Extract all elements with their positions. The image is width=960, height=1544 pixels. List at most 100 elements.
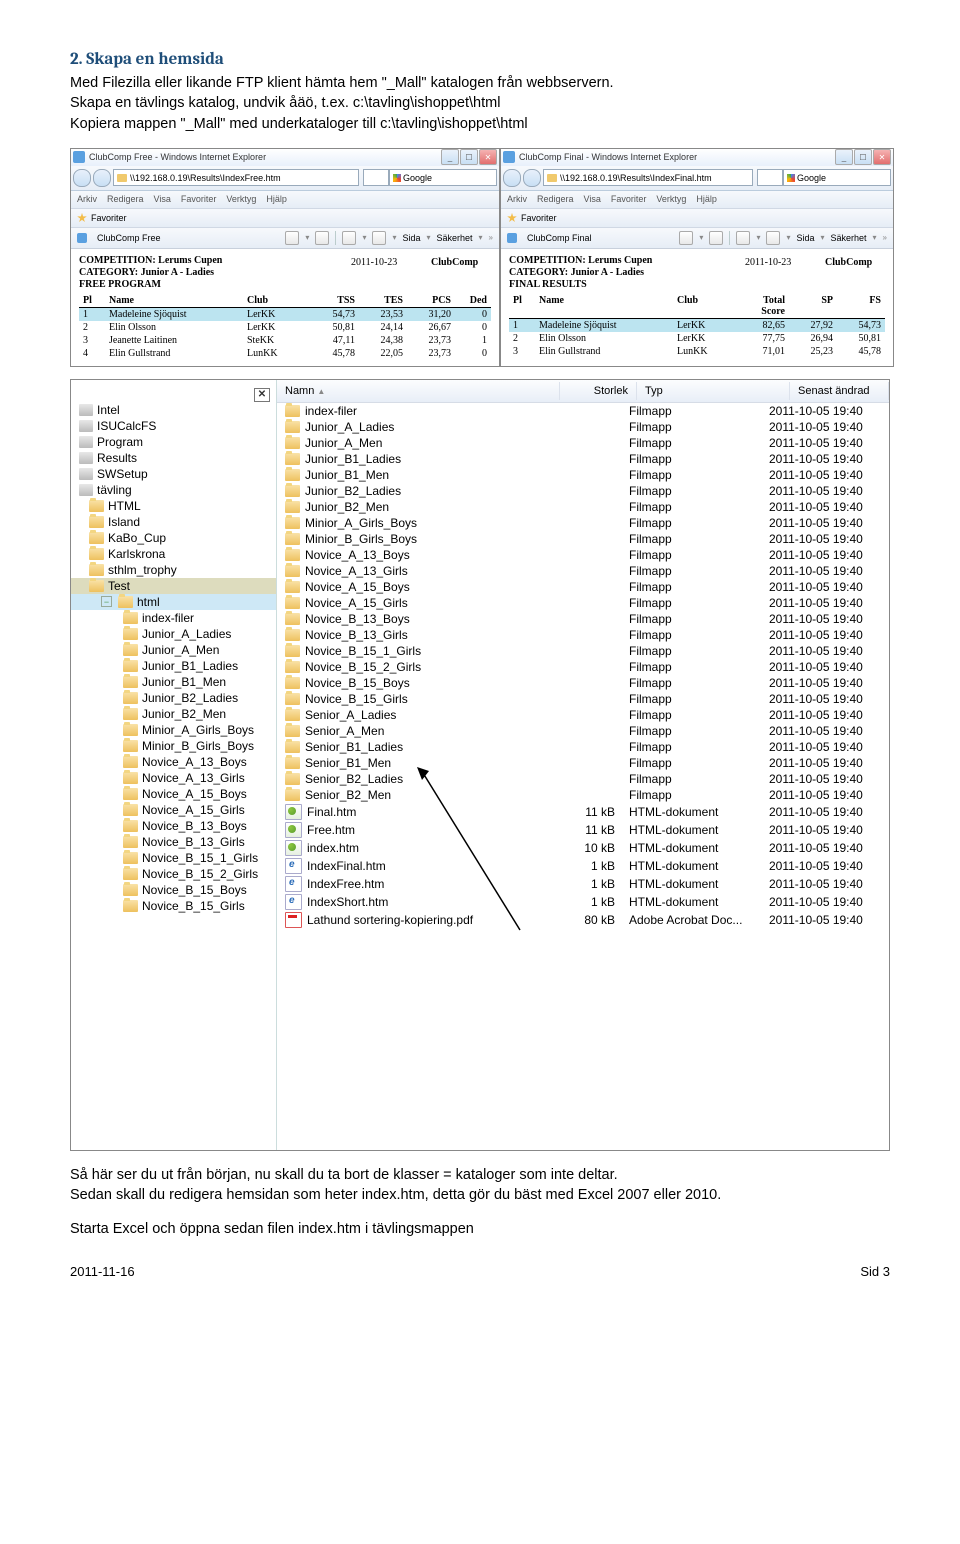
mail-icon[interactable] [342,231,356,245]
menu-redigera[interactable]: Redigera [107,194,144,204]
menu-hjalp[interactable]: Hjälp [696,194,717,204]
forward-button[interactable] [523,169,541,187]
file-row-folder[interactable]: Novice_A_15_BoysFilmapp2011-10-05 19:40 [277,579,889,595]
menu-arkiv[interactable]: Arkiv [507,194,527,204]
tree-item[interactable]: Junior_B1_Men [71,674,276,690]
file-row[interactable]: IndexFinal.htm1 kBHTML-dokument2011-10-0… [277,857,889,875]
file-row[interactable]: Free.htm11 kBHTML-dokument2011-10-05 19:… [277,821,889,839]
back-button[interactable] [73,169,91,187]
file-row-folder[interactable]: Novice_B_15_1_GirlsFilmapp2011-10-05 19:… [277,643,889,659]
feed-icon[interactable] [315,231,329,245]
safety-menu[interactable]: Säkerhet [437,233,473,243]
tree-item[interactable]: Novice_B_15_2_Girls [71,866,276,882]
print-icon[interactable] [766,231,780,245]
file-row-folder[interactable]: Senior_A_LadiesFilmapp2011-10-05 19:40 [277,707,889,723]
menu-visa[interactable]: Visa [154,194,171,204]
file-row[interactable]: index.htm10 kBHTML-dokument2011-10-05 19… [277,839,889,857]
page-menu[interactable]: Sida [796,233,814,243]
menu-verktyg[interactable]: Verktyg [656,194,686,204]
search-box[interactable]: Google [783,169,891,186]
file-row-folder[interactable]: Senior_B1_MenFilmapp2011-10-05 19:40 [277,755,889,771]
tree-item[interactable]: Novice_A_13_Boys [71,754,276,770]
print-icon[interactable] [372,231,386,245]
col-size[interactable]: Storlek [560,382,637,400]
menu-redigera[interactable]: Redigera [537,194,574,204]
menu-favoriter[interactable]: Favoriter [181,194,217,204]
tree-item[interactable]: Junior_A_Ladies [71,626,276,642]
tree-item[interactable]: Novice_B_15_Boys [71,882,276,898]
file-row[interactable]: IndexShort.htm1 kBHTML-dokument2011-10-0… [277,893,889,911]
address-bar[interactable]: \\192.168.0.19\Results\IndexFree.htm [113,169,359,186]
tab-label[interactable]: ClubComp Final [527,233,592,243]
tree-item[interactable]: Novice_A_13_Girls [71,770,276,786]
tree-item[interactable]: Intel [71,402,276,418]
collapse-icon[interactable]: − [101,596,112,607]
file-row-folder[interactable]: Minior_A_Girls_BoysFilmapp2011-10-05 19:… [277,515,889,531]
tab-label[interactable]: ClubComp Free [97,233,161,243]
file-row-folder[interactable]: Senior_B1_LadiesFilmapp2011-10-05 19:40 [277,739,889,755]
close-button[interactable]: ✕ [873,149,891,165]
home-icon[interactable] [285,231,299,245]
file-row-folder[interactable]: Junior_B2_LadiesFilmapp2011-10-05 19:40 [277,483,889,499]
home-icon[interactable] [679,231,693,245]
refresh-button[interactable] [757,169,783,186]
tree-item[interactable]: Junior_B2_Men [71,706,276,722]
tree-item[interactable]: sthlm_trophy [71,562,276,578]
file-row-folder[interactable]: Junior_A_MenFilmapp2011-10-05 19:40 [277,435,889,451]
menu-favoriter[interactable]: Favoriter [611,194,647,204]
col-date[interactable]: Senast ändrad [790,382,889,400]
tree-item[interactable]: Test [71,578,276,594]
file-row-folder[interactable]: index-filerFilmapp2011-10-05 19:40 [277,403,889,419]
file-row-folder[interactable]: Novice_B_15_GirlsFilmapp2011-10-05 19:40 [277,691,889,707]
tree-item[interactable]: Results [71,450,276,466]
file-row-folder[interactable]: Novice_A_13_BoysFilmapp2011-10-05 19:40 [277,547,889,563]
minimize-button[interactable]: _ [835,149,853,165]
menu-verktyg[interactable]: Verktyg [226,194,256,204]
file-row[interactable]: IndexFree.htm1 kBHTML-dokument2011-10-05… [277,875,889,893]
file-row-folder[interactable]: Novice_B_13_GirlsFilmapp2011-10-05 19:40 [277,627,889,643]
feed-icon[interactable] [709,231,723,245]
forward-button[interactable] [93,169,111,187]
tree-item[interactable]: index-filer [71,610,276,626]
file-row-folder[interactable]: Junior_A_LadiesFilmapp2011-10-05 19:40 [277,419,889,435]
tree-item[interactable]: Karlskrona [71,546,276,562]
file-row-folder[interactable]: Junior_B1_MenFilmapp2011-10-05 19:40 [277,467,889,483]
tree-item[interactable]: Program [71,434,276,450]
maximize-button[interactable]: ☐ [460,149,478,165]
address-bar[interactable]: \\192.168.0.19\Results\IndexFinal.htm [543,169,753,186]
back-button[interactable] [503,169,521,187]
close-button[interactable]: ✕ [479,149,497,165]
tree-item[interactable]: Novice_B_15_Girls [71,898,276,914]
tree-item[interactable]: Junior_A_Men [71,642,276,658]
mail-icon[interactable] [736,231,750,245]
tree-item[interactable]: Island [71,514,276,530]
maximize-button[interactable]: ☐ [854,149,872,165]
refresh-button[interactable] [363,169,389,186]
menu-hjalp[interactable]: Hjälp [266,194,287,204]
file-row-folder[interactable]: Minior_B_Girls_BoysFilmapp2011-10-05 19:… [277,531,889,547]
page-menu[interactable]: Sida [402,233,420,243]
tree-item[interactable]: Novice_B_15_1_Girls [71,850,276,866]
file-row-folder[interactable]: Senior_B2_MenFilmapp2011-10-05 19:40 [277,787,889,803]
file-row[interactable]: Final.htm11 kBHTML-dokument2011-10-05 19… [277,803,889,821]
tree-item[interactable]: Junior_B1_Ladies [71,658,276,674]
tree-item-html[interactable]: − html [71,594,276,610]
tree-item[interactable]: Minior_A_Girls_Boys [71,722,276,738]
close-tree-button[interactable]: ✕ [254,388,270,402]
tree-item[interactable]: tävling [71,482,276,498]
file-row-folder[interactable]: Senior_B2_LadiesFilmapp2011-10-05 19:40 [277,771,889,787]
col-name[interactable]: Namn▲ [277,382,560,400]
tree-item[interactable]: Minior_B_Girls_Boys [71,738,276,754]
file-row-folder[interactable]: Novice_B_15_2_GirlsFilmapp2011-10-05 19:… [277,659,889,675]
file-row-folder[interactable]: Junior_B2_MenFilmapp2011-10-05 19:40 [277,499,889,515]
tree-item[interactable]: Novice_B_13_Girls [71,834,276,850]
tree-item[interactable]: SWSetup [71,466,276,482]
tree-item[interactable]: Novice_A_15_Boys [71,786,276,802]
file-row-folder[interactable]: Novice_A_13_GirlsFilmapp2011-10-05 19:40 [277,563,889,579]
tree-item[interactable]: Novice_B_13_Boys [71,818,276,834]
safety-menu[interactable]: Säkerhet [831,233,867,243]
file-row[interactable]: Lathund sortering-kopiering.pdf80 kBAdob… [277,911,889,929]
file-row-folder[interactable]: Novice_B_15_BoysFilmapp2011-10-05 19:40 [277,675,889,691]
tree-item[interactable]: Junior_B2_Ladies [71,690,276,706]
tree-item[interactable]: Novice_A_15_Girls [71,802,276,818]
